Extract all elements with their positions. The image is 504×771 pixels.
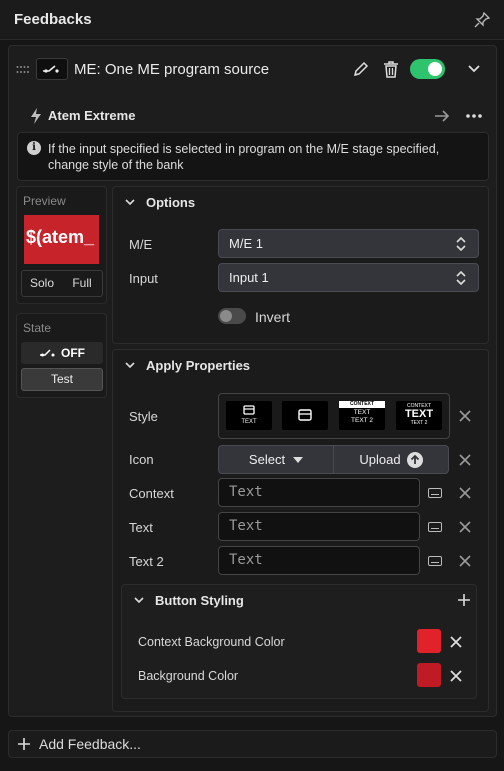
add-feedback-label: Add Feedback...	[39, 736, 141, 752]
ctx-bg-color-swatch[interactable]	[417, 629, 441, 653]
preview-label: Preview	[23, 194, 66, 208]
pin-icon[interactable]	[474, 12, 490, 28]
remove-text-icon[interactable]	[458, 520, 472, 534]
description-text: If the input specified is selected in pr…	[48, 142, 440, 172]
icon-upload-button[interactable]: Upload	[333, 446, 448, 473]
me-label: M/E	[129, 237, 153, 252]
style-preset-2[interactable]	[282, 401, 328, 430]
keyboard-icon[interactable]	[428, 488, 442, 498]
panel-title: Feedbacks	[14, 11, 92, 28]
panel-header: Feedbacks	[0, 0, 504, 40]
full-button[interactable]: Full	[62, 271, 102, 296]
feedback-title: ME: One ME program source	[74, 61, 270, 78]
info-icon: i	[27, 141, 41, 155]
style-preset-1-text: TEXT	[241, 419, 257, 425]
image-icon	[243, 405, 255, 415]
delete-icon[interactable]	[381, 59, 401, 79]
options-title: Options	[146, 195, 196, 210]
styling-title: Button Styling	[155, 593, 244, 608]
text-input[interactable]: Text	[218, 512, 420, 541]
style-preset-4[interactable]: CONTEXT TEXT TEXT 2	[396, 401, 442, 430]
input-select-value: Input 1	[229, 270, 269, 285]
styling-chevron-icon[interactable]	[133, 594, 145, 606]
style-preset-4-text2: TEXT 2	[410, 420, 428, 426]
feedback-type-icon	[36, 58, 68, 80]
select-arrows-icon	[456, 237, 466, 251]
solo-button[interactable]: Solo	[22, 271, 62, 296]
input-select[interactable]: Input 1	[218, 263, 479, 292]
me-select[interactable]: M/E 1	[218, 229, 479, 258]
input-label: Input	[129, 271, 158, 286]
state-off-indicator: OFF	[21, 342, 103, 364]
state-switch-icon	[40, 349, 55, 357]
context-label: Context	[129, 486, 174, 501]
apply-chevron-icon[interactable]	[124, 359, 136, 371]
style-preset-3-text: TEXT	[353, 409, 371, 416]
style-preset-1[interactable]: TEXT	[226, 401, 272, 430]
icon-picker: Select Upload	[218, 445, 449, 474]
caret-down-icon	[293, 456, 304, 463]
bg-label: Background Color	[138, 669, 239, 683]
text2-input[interactable]: Text	[218, 546, 420, 575]
collapse-chevron-icon[interactable]	[464, 59, 484, 79]
image-icon	[298, 409, 312, 421]
arrow-right-icon[interactable]	[432, 106, 452, 126]
preview-mode-toggle: Solo Full	[21, 270, 103, 297]
enabled-toggle[interactable]	[410, 59, 445, 79]
remove-style-icon[interactable]	[458, 409, 472, 423]
test-button[interactable]: Test	[21, 368, 103, 391]
ctx-bg-label: Context Background Color	[138, 635, 285, 649]
me-select-value: M/E 1	[229, 236, 263, 251]
icon-label: Icon	[129, 452, 154, 467]
more-options-icon[interactable]	[464, 106, 484, 126]
context-input[interactable]: Text	[218, 478, 420, 507]
preview-button: $(atem_	[24, 215, 99, 264]
remove-ctx-bg-icon[interactable]	[449, 635, 463, 649]
edit-icon[interactable]	[351, 59, 371, 79]
keyboard-icon[interactable]	[428, 556, 442, 566]
keyboard-icon[interactable]	[428, 522, 442, 532]
remove-context-icon[interactable]	[458, 486, 472, 500]
style-preset-3-context: CONTEXT	[339, 401, 385, 408]
state-off-text: OFF	[61, 346, 85, 360]
select-arrows-icon	[456, 271, 466, 285]
bg-color-swatch[interactable]	[417, 663, 441, 687]
options-chevron-icon[interactable]	[124, 196, 136, 208]
text2-label: Text 2	[129, 554, 164, 569]
upload-icon	[406, 451, 423, 468]
style-preset-4-text: TEXT	[404, 408, 434, 420]
icon-upload-label: Upload	[359, 452, 401, 467]
apply-title: Apply Properties	[146, 358, 251, 373]
invert-switch[interactable]	[218, 308, 246, 324]
text-label: Text	[129, 520, 153, 535]
style-label: Style	[129, 409, 158, 424]
plus-icon	[18, 738, 30, 750]
invert-label: Invert	[255, 309, 291, 325]
style-preset-3-text2: TEXT 2	[351, 417, 373, 424]
icon-select-button[interactable]: Select	[219, 446, 333, 473]
style-preset-3[interactable]: CONTEXT TEXT TEXT 2	[339, 401, 385, 430]
add-style-icon[interactable]	[457, 593, 471, 607]
icon-select-label: Select	[248, 452, 286, 467]
drag-handle-icon[interactable]	[16, 65, 30, 75]
remove-bg-icon[interactable]	[449, 669, 463, 683]
remove-icon-icon[interactable]	[458, 453, 472, 467]
connection-name: Atem Extreme	[48, 108, 136, 123]
lightning-icon	[26, 106, 46, 126]
remove-text2-icon[interactable]	[458, 554, 472, 568]
state-label: State	[23, 321, 52, 335]
